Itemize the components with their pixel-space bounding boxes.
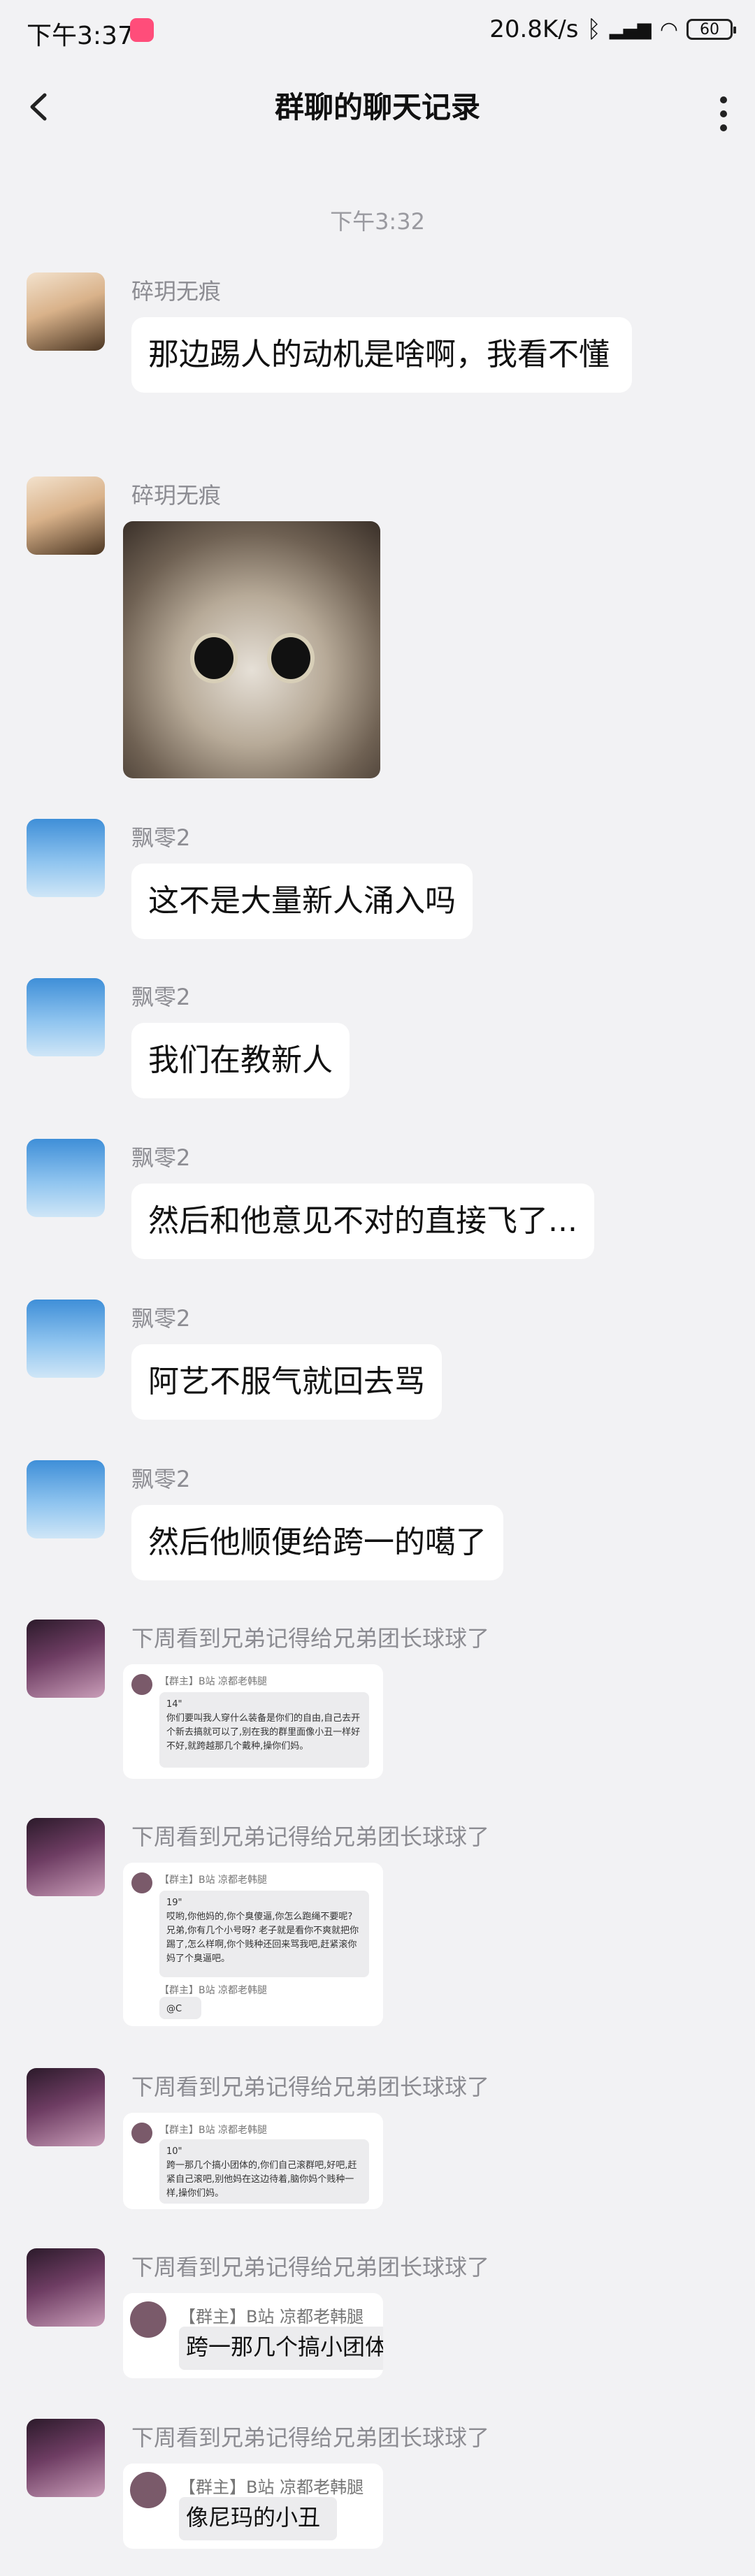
cat-sticker-image[interactable] (123, 521, 380, 778)
top-bar: 群聊的聊天记录 (0, 70, 755, 140)
screenshot-message: 跨一那几个搞小团体 (179, 2327, 383, 2370)
status-indicators: 20.8K/s ᛒ ▂▄▆ ◠ 60 (489, 15, 736, 43)
battery-icon: 60 (686, 19, 736, 40)
message-bubble[interactable]: 这不是大量新人涌入吗 (131, 864, 473, 939)
avatar[interactable] (27, 978, 105, 1056)
voice-duration: 19" (166, 1898, 182, 1908)
status-bar: 下午3:37 20.8K/s ᛒ ▂▄▆ ◠ 60 (0, 0, 755, 63)
battery-level: 60 (700, 20, 719, 38)
avatar[interactable] (27, 1300, 105, 1378)
voice-transcript: 哎哟,你他妈的,你个臭傻逼,你怎么跑绳不要呢? 兄弟,你有几个小号呀? 老子就是… (166, 1912, 359, 1964)
chat-screenshot-image[interactable]: 【群主】B站 凉都老韩腿 像尼玛的小丑 (123, 2464, 383, 2549)
avatar[interactable] (27, 1620, 105, 1698)
avatar[interactable] (27, 272, 105, 351)
avatar[interactable] (27, 1139, 105, 1217)
screenshot-sender: 【群主】B站 凉都老韩腿 (179, 2307, 364, 2327)
screenshot-sender: 【群主】B站 凉都老韩腿 (159, 2125, 268, 2136)
message-bubble[interactable]: 然后和他意见不对的直接飞了... (131, 1184, 594, 1259)
screenshot-sender: 【群主】B站 凉都老韩腿 (159, 1875, 268, 1886)
sender-name: 飘零2 (131, 1144, 191, 1171)
screenshot-sender: 【群主】B站 凉都老韩腿 (159, 1676, 268, 1687)
screenshot-message: @C (159, 1997, 201, 2019)
voice-duration: 14" (166, 1699, 182, 1710)
avatar[interactable] (27, 1460, 105, 1538)
sender-name: 下周看到兄弟记得给兄弟团长球球了 (131, 2424, 490, 2451)
sender-name: 碎玥无痕 (131, 482, 222, 509)
status-time: 下午3:37 (27, 22, 134, 50)
avatar[interactable] (27, 1818, 105, 1896)
sender-name: 飘零2 (131, 824, 191, 851)
sender-name: 飘零2 (131, 1305, 191, 1332)
chat-screenshot-image[interactable]: 【群主】B站 凉都老韩腿 跨一那几个搞小团体 (123, 2293, 383, 2378)
message-bubble[interactable]: 阿艺不服气就回去骂 (131, 1344, 442, 1420)
screenshot-sender: 【群主】B站 凉都老韩腿 (159, 1985, 268, 1996)
message-bubble[interactable]: 我们在教新人 (131, 1023, 350, 1098)
sender-name: 下周看到兄弟记得给兄弟团长球球了 (131, 2074, 490, 2100)
sender-name: 下周看到兄弟记得给兄弟团长球球了 (131, 2254, 490, 2280)
more-options-icon[interactable] (720, 96, 727, 138)
app-notification-icon (130, 18, 154, 42)
voice-transcript: 你们要叫我人穿什么装备是你们的自由,自己去开个新去搞就可以了,别在我的群里面像小… (166, 1713, 361, 1752)
screenshot-voice-text: 10" 跨一那几个搞小团体的,你们自己滚群吧,好吧,赶紧自己滚吧,别他妈在这边待… (159, 2139, 369, 2204)
chat-screenshot-image[interactable]: 【群主】B站 凉都老韩腿 14" 你们要叫我人穿什么装备是你们的自由,自己去开个… (123, 1664, 383, 1779)
net-speed: 20.8K/s (489, 15, 579, 43)
sender-name: 飘零2 (131, 1466, 191, 1492)
sender-name: 下周看到兄弟记得给兄弟团长球球了 (131, 1625, 490, 1652)
wifi-icon: ◠ (659, 17, 678, 42)
avatar[interactable] (27, 2248, 105, 2327)
bluetooth-icon: ᛒ (587, 15, 601, 43)
voice-duration: 10" (166, 2146, 182, 2157)
message-bubble[interactable]: 那边踢人的动机是啥啊，我看不懂 (131, 317, 632, 393)
message-bubble[interactable]: 然后他顺便给跨一的噶了 (131, 1505, 503, 1580)
page-title: 群聊的聊天记录 (274, 90, 480, 124)
voice-transcript: 跨一那几个搞小团体的,你们自己滚群吧,好吧,赶紧自己滚吧,别他妈在这边待着,脑你… (166, 2160, 357, 2199)
avatar[interactable] (27, 819, 105, 897)
chat-screenshot-image[interactable]: 【群主】B站 凉都老韩腿 19" 哎哟,你他妈的,你个臭傻逼,你怎么跑绳不要呢?… (123, 1863, 383, 2026)
screenshot-voice-text: 19" 哎哟,你他妈的,你个臭傻逼,你怎么跑绳不要呢? 兄弟,你有几个小号呀? … (159, 1891, 369, 1977)
screenshot-sender: 【群主】B站 凉都老韩腿 (179, 2477, 364, 2497)
chat-screenshot-image[interactable]: 【群主】B站 凉都老韩腿 10" 跨一那几个搞小团体的,你们自己滚群吧,好吧,赶… (123, 2113, 383, 2209)
signal-icon: ▂▄▆ (609, 19, 652, 40)
sender-name: 飘零2 (131, 984, 191, 1010)
screenshot-voice-text: 14" 你们要叫我人穿什么装备是你们的自由,自己去开个新去搞就可以了,别在我的群… (159, 1692, 369, 1768)
avatar[interactable] (27, 2419, 105, 2497)
sender-name: 碎玥无痕 (131, 278, 222, 305)
sender-name: 下周看到兄弟记得给兄弟团长球球了 (131, 1824, 490, 1850)
message-timestamp: 下午3:32 (330, 208, 425, 235)
avatar[interactable] (27, 476, 105, 555)
screenshot-message: 像尼玛的小丑 (179, 2497, 337, 2540)
avatar[interactable] (27, 2068, 105, 2146)
